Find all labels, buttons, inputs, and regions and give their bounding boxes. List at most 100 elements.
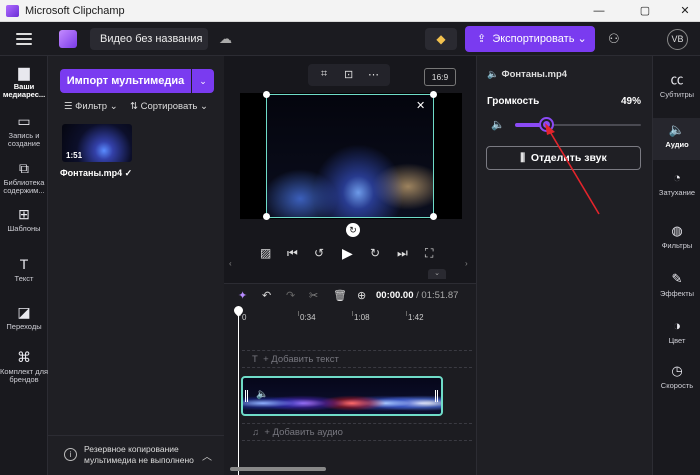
sidebar-item-label: Библиотека содержим...	[3, 178, 45, 195]
tab-audio[interactable]: 🔈 Аудио	[653, 118, 700, 160]
sidebar-item-folder[interactable]: ▆ Ваши медиарес...	[0, 64, 48, 99]
export-button[interactable]: ⇪ Экспортировать ⌄	[465, 26, 595, 52]
chevron-down-icon: ⌄	[199, 76, 207, 86]
clip-trim-handle-right[interactable]	[435, 390, 438, 402]
speaker-icon: 🔈	[487, 69, 499, 80]
premium-diamond-button[interactable]: ◆	[425, 28, 457, 50]
volume-percent: 49%	[621, 96, 642, 107]
chevron-up-icon[interactable]: ︿	[202, 448, 212, 463]
sidebar-item-library[interactable]: ⧉ Библиотека содержим...	[0, 160, 48, 195]
tab-label: Цвет	[668, 336, 686, 345]
add-text-track[interactable]: T + Добавить текст	[252, 354, 339, 365]
fit-icon[interactable]: ⊡	[344, 68, 353, 81]
volume-speaker-icon[interactable]: 🔈	[491, 118, 505, 131]
brand-kit-icon: ⌘	[17, 349, 31, 365]
forward-5-icon[interactable]: ↻	[370, 246, 380, 260]
rewind-5-icon[interactable]: ↺	[314, 246, 324, 260]
tab-color[interactable]: ◑ Цвет	[653, 314, 700, 356]
people-icon[interactable]: ⚇	[608, 31, 620, 47]
speaker-icon: 🔈	[256, 389, 269, 400]
folder-icon: ▆	[18, 64, 30, 80]
crop-icon[interactable]: ⌗	[321, 68, 327, 81]
add-marker-icon[interactable]: ⊕	[357, 289, 366, 302]
add-audio-label: + Добавить аудио	[264, 427, 343, 438]
sidebar-item-transitions[interactable]: ◪ Переходы	[0, 304, 48, 331]
playback-controls: ▨ ⏮ ↺ ▶ ↻ ⏭ ⛶	[260, 245, 450, 264]
backup-status-text: Резервное копирование мультимедиа не вып…	[84, 444, 194, 465]
clip-trim-handle-left[interactable]	[245, 390, 248, 402]
backup-status-bar[interactable]: i Резервное копирование мультимедиа не в…	[48, 435, 224, 475]
sidebar-item-text[interactable]: T Текст	[0, 256, 48, 283]
undo-icon[interactable]: ↶	[262, 289, 271, 302]
tab-fade[interactable]: ◔ Затухание	[653, 166, 700, 208]
rotate-icon[interactable]: ↻	[346, 223, 360, 237]
sort-button[interactable]: ⇅ Сортировать ⌄	[130, 101, 208, 112]
sidebar-item-templates[interactable]: ⊞ Шаблоны	[0, 206, 48, 233]
sidebar-item-label: Шаблоны	[7, 224, 41, 233]
chevron-left-icon[interactable]: ‹	[229, 259, 232, 268]
resize-handle[interactable]	[263, 91, 270, 98]
red-annotation-arrow	[545, 123, 600, 215]
tab-label: Субтитры	[659, 90, 695, 99]
video-frame[interactable]: ✕	[263, 91, 437, 220]
tab-label: Аудио	[665, 140, 689, 149]
timeline-ruler[interactable]: 0 0:34 1:08 1:42	[240, 311, 476, 325]
sidebar-item-label: Переходы	[6, 322, 42, 331]
sidebar-item-camera[interactable]: ▭ Запись и создание	[0, 113, 48, 148]
sidebar-item-brand-kit[interactable]: ⌘ Комплект для брендов	[0, 349, 48, 384]
preview-toolbar: ⌗ ⊡ ⋯	[308, 64, 390, 86]
filter-label: Фильтр	[75, 101, 108, 112]
skip-forward-icon[interactable]: ⏭	[397, 246, 408, 261]
delete-icon[interactable]: 🗑	[333, 289, 347, 302]
skip-back-icon[interactable]: ⏮	[287, 246, 298, 261]
resize-handle[interactable]	[430, 213, 437, 220]
tab-effects[interactable]: ✎ Эффекты	[653, 267, 700, 309]
video-canvas: ✕	[240, 91, 462, 220]
playhead-line[interactable]	[238, 308, 239, 475]
filter-button[interactable]: ☰ Фильтр ⌄	[64, 101, 118, 112]
tab-captions[interactable]: ㏄ Субтитры	[653, 68, 700, 110]
video-clip[interactable]: 🔈	[241, 376, 443, 416]
redo-icon[interactable]: ↷	[286, 289, 295, 302]
import-media-button[interactable]: Импорт мультимедиа	[60, 69, 191, 93]
ruler-tick-mark	[298, 311, 299, 316]
close-button[interactable]: ✕	[674, 3, 696, 19]
media-thumbnail[interactable]: 1:51	[62, 124, 132, 162]
cloud-off-icon[interactable]: ☁	[219, 31, 232, 47]
play-icon[interactable]: ▶	[342, 245, 353, 262]
magic-ai-icon[interactable]: ▨	[260, 246, 271, 260]
sort-label: Сортировать	[140, 101, 198, 112]
captions-icon: ㏄	[670, 72, 684, 87]
maximize-button[interactable]: ▢	[634, 3, 656, 19]
resize-handle[interactable]	[430, 91, 437, 98]
more-options-icon[interactable]: ⋯	[368, 68, 379, 81]
aspect-ratio-button[interactable]: 16:9	[424, 68, 456, 86]
close-icon[interactable]: ✕	[416, 99, 425, 112]
split-icon[interactable]: ✂	[309, 289, 318, 302]
tab-filters[interactable]: ◍ Фильтры	[653, 219, 700, 261]
add-audio-track[interactable]: ♫ + Добавить аудио	[252, 427, 343, 438]
horizontal-scrollbar[interactable]	[230, 467, 326, 471]
ruler-tick-label: 0	[242, 313, 247, 322]
tab-speed[interactable]: ◷ Скорость	[653, 359, 700, 401]
import-dropdown-button[interactable]: ⌄	[192, 69, 214, 93]
transitions-icon: ◪	[17, 304, 31, 320]
add-text-label: + Добавить текст	[263, 354, 339, 365]
tab-label: Затухание	[658, 188, 696, 197]
avatar[interactable]: VB	[667, 29, 688, 50]
sidebar-item-label: Текст	[14, 274, 34, 283]
chevron-right-icon[interactable]: ›	[465, 259, 468, 268]
resize-handle[interactable]	[263, 213, 270, 220]
sparkle-icon[interactable]: ✦	[238, 289, 247, 302]
fullscreen-icon[interactable]: ⛶	[425, 246, 433, 261]
project-name-field[interactable]: Видео без названия	[90, 28, 208, 50]
upload-icon: ⇪	[477, 33, 487, 45]
fade-icon: ◔	[673, 170, 681, 185]
tab-label: Фильтры	[661, 241, 693, 250]
hamburger-menu-icon[interactable]	[16, 33, 32, 45]
minimize-button[interactable]: —	[588, 3, 610, 19]
ruler-tick-label: 0:34	[300, 313, 316, 322]
properties-file-title: 🔈 Фонтаны.mp4	[487, 69, 568, 80]
text-icon: T	[19, 256, 29, 272]
collapse-preview-button[interactable]: ⌄	[428, 269, 446, 279]
